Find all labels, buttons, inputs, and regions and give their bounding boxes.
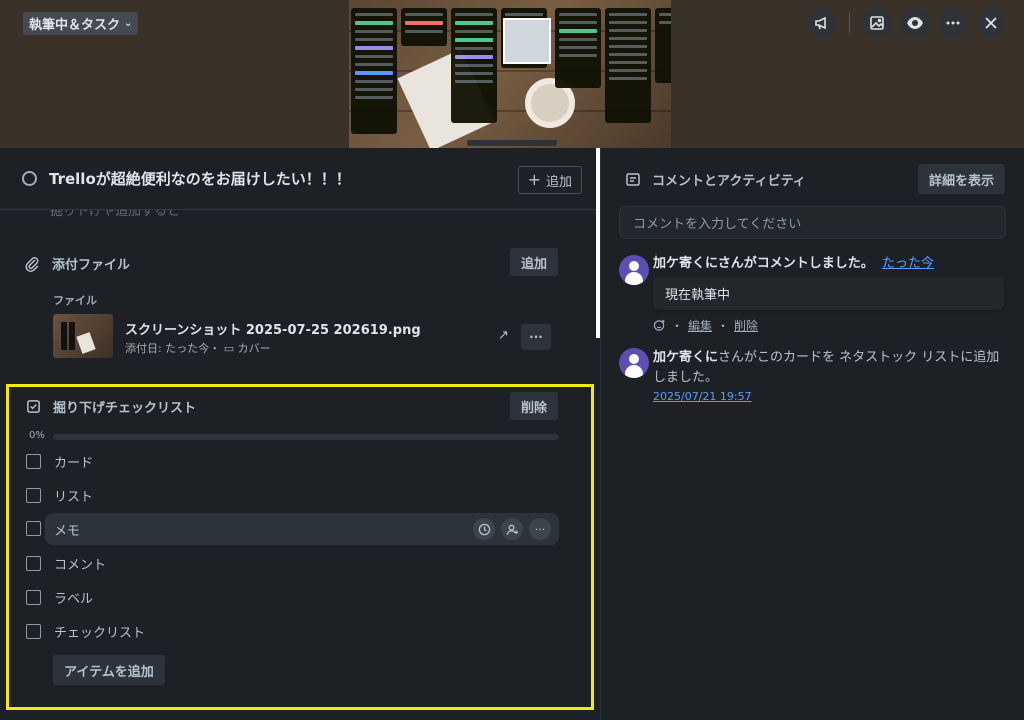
comment-delete-link[interactable]: 削除 [734, 317, 758, 334]
checklist-checkbox[interactable] [26, 521, 41, 536]
file-section-label: ファイル [53, 294, 97, 307]
checklist-item-hovered[interactable]: メモ ··· [45, 513, 559, 545]
card-title-bar: Trelloが超絶便利なのをお届けしたい！！！ + 追加 [0, 148, 596, 210]
card-cover: 執筆中＆タスク ⌄ [0, 0, 1024, 148]
checklist-item-text[interactable]: ラベル [54, 588, 93, 607]
checklist-checkbox[interactable] [26, 487, 41, 503]
external-link-icon[interactable]: ↗ [498, 328, 509, 343]
checklist-checkbox[interactable] [26, 623, 41, 639]
image-icon[interactable] [862, 8, 892, 38]
avatar[interactable] [619, 255, 649, 285]
activity-action-cont: しました。 [653, 370, 719, 385]
add-checklist-item-button[interactable]: アイテムを追加 [53, 655, 165, 685]
checklist-heading: 掘り下げチェックリスト [26, 397, 196, 416]
board-name: 執筆中＆タスク [29, 18, 121, 33]
add-button-label: 追加 [545, 174, 572, 190]
megaphone-icon[interactable] [807, 8, 837, 38]
checklist-delete-button[interactable]: 削除 [510, 392, 559, 420]
checklist-item-actions: ··· [473, 518, 551, 540]
close-icon[interactable] [976, 8, 1006, 38]
checklist-item[interactable]: カード [26, 445, 558, 477]
checklist-checkbox[interactable] [26, 555, 41, 571]
chevron-down-icon: ⌄ [124, 18, 133, 29]
card-title[interactable]: Trelloが超絶便利なのをお届けしたい！！！ [49, 168, 351, 189]
clock-icon[interactable] [473, 518, 495, 540]
attachment-thumbnail[interactable] [53, 314, 113, 358]
card-header-actions [807, 8, 1006, 38]
eye-icon[interactable] [900, 8, 930, 38]
checklist-item[interactable]: リスト [26, 479, 558, 511]
attachment-file-name[interactable]: スクリーンショット 2025-07-25 202619.png [125, 319, 421, 338]
add-button[interactable]: + 追加 [517, 166, 582, 194]
activity-panel: コメントとアクティビティ 詳細を表示 コメントを入力してください 加ケ寄くにさん… [600, 148, 1024, 720]
activity-user[interactable]: 加ケ寄くに [653, 256, 718, 271]
activity-user[interactable]: 加ケ寄くに [653, 350, 718, 365]
checklist-item[interactable]: ラベル [26, 581, 558, 613]
checklist-item[interactable]: コメント [26, 547, 558, 579]
attachments-heading: 添付ファイル [24, 254, 130, 273]
attachment-meta: 添付日: たった今・ ▭ カバー [125, 340, 271, 356]
cover-icon: ▭ [223, 342, 235, 355]
checklist-item-text[interactable]: チェックリスト [54, 622, 145, 641]
emoji-react-icon[interactable] [653, 319, 666, 332]
attachment-cover-link[interactable]: カバー [238, 342, 271, 355]
comment-input[interactable]: コメントを入力してください [619, 206, 1006, 239]
paperclip-icon [25, 256, 39, 272]
checklist-checkbox[interactable] [26, 453, 41, 469]
cover-image [349, 0, 671, 148]
attachments-title: 添付ファイル [52, 258, 131, 273]
activity-entry-comment: 加ケ寄くにさんがコメントしました。 たった今 [653, 254, 934, 274]
complete-circle-icon[interactable] [22, 171, 37, 186]
activity-heading: コメントとアクティビティ [625, 170, 806, 189]
comment-actions: ・ 編集 ・ 削除 [653, 317, 758, 334]
attachment-date: 添付日: たった今・ [125, 342, 221, 355]
activity-time-link[interactable]: たった今 [882, 256, 934, 271]
checklist-title[interactable]: 掘り下げチェックリスト [53, 397, 196, 416]
checklist-item-text[interactable]: リスト [54, 486, 93, 505]
checklist-progress-label: 0% [29, 430, 45, 441]
attachment-add-button[interactable]: 追加 [510, 248, 559, 276]
board-selector[interactable]: 執筆中＆タスク ⌄ [23, 12, 139, 35]
checkbox-checked-icon [27, 400, 40, 413]
attachment-more-button[interactable]: ··· [521, 324, 551, 350]
assign-member-icon[interactable] [501, 518, 523, 540]
more-icon[interactable] [938, 8, 968, 38]
activity-entry-add: 加ケ寄くにさんがこのカードを ネタストック リストに追加 しました。 [653, 348, 1013, 388]
avatar[interactable] [619, 348, 649, 378]
activity-title: コメントとアクティビティ [652, 174, 806, 189]
checklist-progress-bar [53, 434, 559, 440]
activity-action: さんがこのカードを ネタストック リストに追加 [718, 350, 1000, 365]
plus-icon: + [527, 170, 541, 189]
comment-edit-link[interactable]: 編集 [688, 317, 712, 334]
checklist-item[interactable]: チェックリスト [26, 615, 558, 647]
comment-bubble: 現在執筆中 [653, 277, 1004, 310]
comment-lines-icon [626, 172, 640, 186]
activity-action: さんがコメントしました。 [717, 256, 874, 271]
checklist-checkbox[interactable] [26, 589, 41, 605]
more-icon[interactable]: ··· [529, 518, 551, 540]
checklist-item-text[interactable]: カード [54, 452, 93, 471]
activity-timestamp-link[interactable]: 2025/07/21 19:57 [653, 390, 752, 403]
header-divider [849, 13, 850, 33]
checklist-item-text[interactable]: コメント [54, 554, 106, 573]
show-details-button[interactable]: 詳細を表示 [918, 164, 1006, 194]
checklist-item-text[interactable]: メモ [54, 520, 80, 539]
